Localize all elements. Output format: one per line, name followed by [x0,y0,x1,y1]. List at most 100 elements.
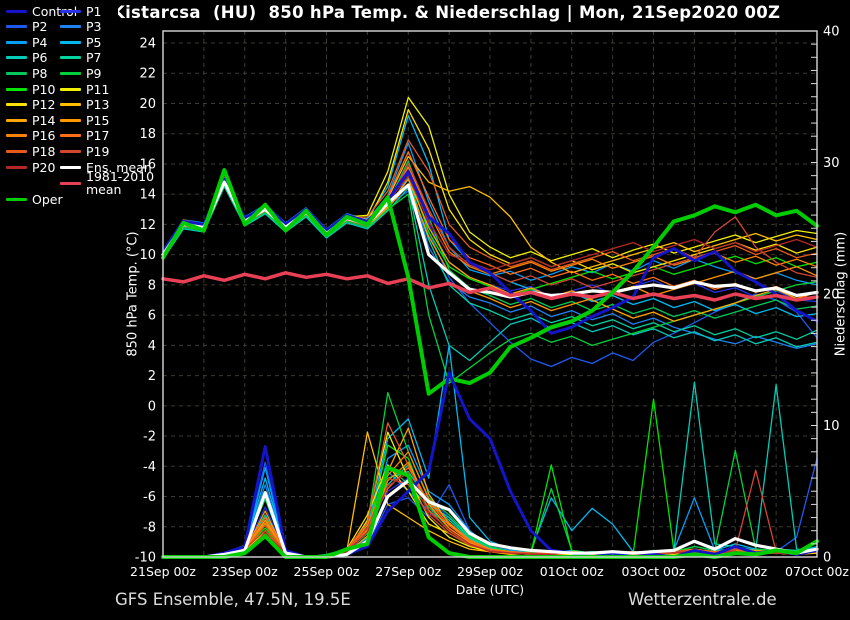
right-tick-label: 30 [823,156,840,171]
legend-item-p7: P7 [60,51,102,65]
model-info-text: GFS Ensemble, 47.5N, 19.5E [115,590,351,609]
legend-item-p11: P11 [60,82,109,96]
legend-item-p3: P3 [60,20,102,34]
left-tick-label: 0 [148,399,156,414]
legend-item-p15-label: P15 [86,114,109,127]
legend-item-control-swatch [6,10,27,13]
legend-item-p17: P17 [60,129,109,143]
legend-item-p6-label: P6 [32,51,48,64]
x-tick-label: 05Oct 00z [703,564,767,579]
legend-item-p16: P16 [6,129,55,143]
legend-item-oper: Oper [6,192,63,206]
legend-item-p19: P19 [60,144,109,158]
x-tick-label: 21Sep 00z [130,564,196,579]
legend-item-p1-label: P1 [86,5,102,18]
left-tick-label: 2 [148,369,156,384]
legend-item-p11-label: P11 [86,83,109,96]
left-tick-label: -6 [143,490,156,505]
left-tick-label: -4 [143,460,156,475]
legend-item-p1: P1 [60,4,102,18]
legend-item-ens-mean-swatch [60,166,81,169]
legend-item-p12: P12 [6,98,55,112]
x-tick-label: 07Oct 00z [785,564,849,579]
legend-item-1981-2010: 1981-2010mean [60,176,154,190]
legend-item-p12-label: P12 [32,98,55,111]
left-tick-label: 10 [139,248,156,263]
legend-item-p16-label: P16 [32,129,55,142]
legend-item-p17-swatch [60,134,81,137]
legend-item-p4: P4 [6,35,48,49]
watermark-text: Wetterzentrale.de [628,590,777,609]
legend-item-p6-swatch [6,56,27,59]
legend-item-p9-label: P9 [86,67,102,80]
legend-item-p5: P5 [60,35,102,49]
legend-item-p5-swatch [60,41,81,44]
left-tick-label: -2 [143,430,156,445]
legend-item-p13-swatch [60,103,81,106]
legend-item-p19-swatch [60,150,81,153]
left-tick-label: -8 [143,520,156,535]
legend-item-p2: P2 [6,20,48,34]
legend-item-p17-label: P17 [86,129,109,142]
legend-item-oper-swatch [6,198,27,201]
legend-item-p8-swatch [6,72,27,75]
legend-item-p4-swatch [6,41,27,44]
left-axis-label: 850 hPa Temp. (°C) [126,231,141,356]
x-tick-label: 01Oct 00z [540,564,604,579]
x-tick-label: 25Sep 00z [294,564,360,579]
left-tick-label: 6 [148,309,156,324]
legend-item-p4-label: P4 [32,36,48,49]
legend-item-p10: P10 [6,82,55,96]
legend-item-p7-swatch [60,56,81,59]
legend-item-p18-label: P18 [32,145,55,158]
legend-item-p2-label: P2 [32,20,48,33]
x-tick-label: 27Sep 00z [375,564,441,579]
legend-item-p13-label: P13 [86,98,109,111]
legend-item-p20: P20 [6,160,55,174]
legend-item-p19-label: P19 [86,145,109,158]
legend-item-p3-swatch [60,25,81,28]
right-tick-label: 10 [823,419,840,434]
meteogram-page: 242220181614121086420-2-4-6-8-1040302010… [0,0,850,620]
legend-item-p11-swatch [60,88,81,91]
x-axis-label: Date (UTC) [456,582,524,597]
left-tick-label: 20 [139,97,156,112]
legend-item-p1-swatch [60,10,81,13]
legend-item-p18: P18 [6,144,55,158]
legend-item-p15: P15 [60,113,109,127]
x-tick-label: 29Sep 00z [457,564,523,579]
legend-item-p2-swatch [6,25,27,28]
left-tick-label: 24 [139,37,156,52]
left-tick-label: 18 [139,127,156,142]
legend-item-p10-swatch [6,88,27,91]
legend-item-p14: P14 [6,113,55,127]
legend-item-p9-swatch [60,72,81,75]
legend-item-p20-swatch [6,166,27,169]
x-tick-label: 23Sep 00z [212,564,278,579]
legend-item-1981-2010-label: 1981-2010mean [86,170,154,196]
legend-item-1981-2010-swatch [60,182,81,185]
left-tick-label: 22 [139,67,156,82]
legend-item-p20-label: P20 [32,161,55,174]
legend-item-p10-label: P10 [32,83,55,96]
legend-item-p15-swatch [60,119,81,122]
legend-item-p7-label: P7 [86,51,102,64]
page-title: Kistarcsa (HU) 850 hPa Temp. & Niedersch… [112,3,780,22]
legend-item-p14-label: P14 [32,114,55,127]
x-tick-label: 03Oct 00z [622,564,686,579]
legend: ControlP2P4P6P8P10P12P14P16P18P20OperP1P… [0,0,118,226]
legend-item-p16-swatch [6,134,27,137]
legend-item-p3-label: P3 [86,20,102,33]
legend-item-p14-swatch [6,119,27,122]
left-tick-label: 12 [139,218,156,233]
legend-item-oper-label: Oper [32,193,63,206]
legend-item-p6: P6 [6,51,48,65]
left-tick-label: 4 [148,339,156,354]
legend-item-p12-swatch [6,103,27,106]
right-tick-label: 40 [823,25,840,40]
left-tick-label: 8 [148,278,156,293]
legend-item-p9: P9 [60,66,102,80]
legend-item-p13: P13 [60,98,109,112]
series-p9-temp-line [163,185,817,383]
legend-item-p18-swatch [6,150,27,153]
